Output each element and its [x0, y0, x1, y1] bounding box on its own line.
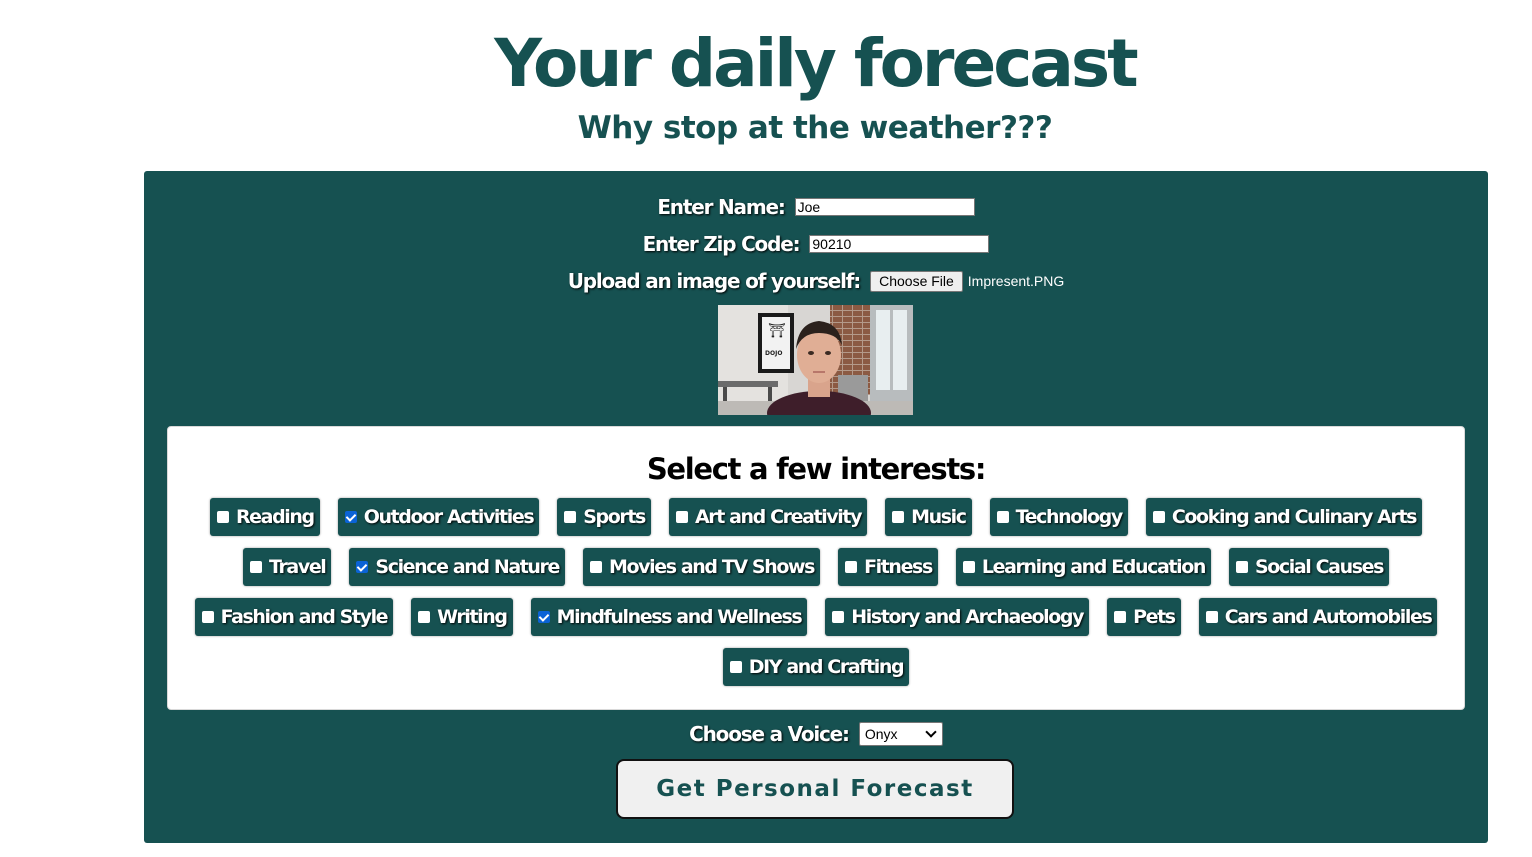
interest-label: Cooking and Culinary Arts: [1171, 506, 1418, 528]
voice-select[interactable]: Onyx: [858, 722, 943, 746]
user-photo-preview: ⛩ DOJO: [718, 305, 913, 415]
zip-label: Enter Zip Code:: [642, 232, 801, 256]
interest-option-outdoor-activities[interactable]: Outdoor Activities: [337, 498, 540, 536]
interest-label: Writing: [437, 606, 508, 628]
interest-label: DIY and Crafting: [748, 656, 905, 678]
interest-option-technology[interactable]: Technology: [989, 498, 1128, 536]
interest-checkbox[interactable]: [675, 511, 688, 523]
interest-checkbox[interactable]: [729, 661, 742, 673]
interest-option-sports[interactable]: Sports: [557, 498, 651, 536]
svg-text:⛩: ⛩: [768, 323, 786, 339]
interest-label: Fashion and Style: [220, 606, 389, 628]
page-title: Your daily forecast: [494, 25, 1138, 102]
selected-file-name: Impresent.PNG: [967, 273, 1065, 289]
interest-checkbox[interactable]: [418, 611, 431, 623]
upload-row: Upload an image of yourself: Choose File…: [144, 267, 1488, 295]
interest-label: Science and Nature: [375, 556, 560, 578]
interest-checkbox[interactable]: [537, 611, 550, 623]
interest-checkbox[interactable]: [845, 561, 858, 573]
zip-row: Enter Zip Code: 90210: [144, 230, 1488, 258]
interest-option-social-causes[interactable]: Social Causes: [1228, 548, 1390, 586]
interests-row: Fashion and Style Writing Mindfulness and …: [168, 598, 1464, 636]
interest-checkbox[interactable]: [216, 511, 229, 523]
interest-label: Learning and Education: [981, 556, 1206, 578]
interest-checkbox[interactable]: [1152, 511, 1165, 523]
name-row: Enter Name: Joe: [144, 193, 1488, 221]
interest-label: Fitness: [864, 556, 933, 578]
chevron-down-icon: [925, 726, 937, 738]
interest-checkbox[interactable]: [996, 511, 1009, 523]
interest-checkbox[interactable]: [356, 561, 369, 573]
interest-label: Movies and TV Shows: [609, 556, 815, 578]
interest-option-learning-and-education[interactable]: Learning and Education: [955, 548, 1211, 586]
interest-option-fashion-and-style[interactable]: Fashion and Style: [194, 598, 394, 636]
interest-checkbox[interactable]: [1114, 611, 1127, 623]
interest-option-pets[interactable]: Pets: [1107, 598, 1181, 636]
interest-label: History and Archaeology: [851, 606, 1084, 628]
interest-checkbox[interactable]: [1205, 611, 1218, 623]
interest-label: Music: [911, 506, 967, 528]
interest-label: Art and Creativity: [694, 506, 863, 528]
zip-input[interactable]: 90210: [809, 235, 990, 253]
interest-label: Mindfulness and Wellness: [556, 606, 803, 628]
interest-label: Sports: [583, 506, 646, 528]
interest-option-diy-and-crafting[interactable]: DIY and Crafting: [722, 648, 910, 686]
interest-option-writing[interactable]: Writing: [411, 598, 513, 636]
interest-option-music[interactable]: Music: [885, 498, 972, 536]
interest-option-reading[interactable]: Reading: [209, 498, 320, 536]
interest-label: Travel: [268, 556, 327, 578]
interests-row: Travel Science and Nature Movies and TV Sh…: [168, 548, 1464, 586]
get-personal-forecast-button[interactable]: Get Personal Forecast: [616, 759, 1014, 819]
name-input[interactable]: Joe: [794, 198, 975, 216]
interest-label: Outdoor Activities: [363, 506, 535, 528]
svg-text:DOJO: DOJO: [765, 350, 782, 357]
voice-label: Choose a Voice:: [689, 722, 850, 746]
choose-file-button[interactable]: Choose File: [870, 270, 963, 292]
interest-option-history-and-archaeology[interactable]: History and Archaeology: [825, 598, 1090, 636]
interests-row: DIY and Crafting: [168, 648, 1464, 686]
interests-section: Select a few interests: Reading Outdoor A…: [167, 426, 1465, 710]
voice-selected-value: Onyx: [864, 726, 898, 742]
interest-checkbox[interactable]: [249, 561, 262, 573]
interest-label: Reading: [235, 506, 315, 528]
interest-checkbox[interactable]: [832, 611, 845, 623]
user-photo-image: ⛩ DOJO: [718, 305, 913, 415]
voice-row: Choose a Voice: Onyx: [144, 720, 1488, 748]
interest-option-movies-and-tv-shows[interactable]: Movies and TV Shows: [583, 548, 821, 586]
interests-row: Reading Outdoor Activities Sports Art and C…: [168, 498, 1464, 536]
interest-checkbox[interactable]: [1235, 561, 1248, 573]
interest-option-mindfulness-and-wellness[interactable]: Mindfulness and Wellness: [530, 598, 808, 636]
interest-checkbox[interactable]: [590, 561, 603, 573]
interests-title: Select a few interests:: [646, 452, 987, 486]
interest-checkbox[interactable]: [564, 511, 577, 523]
page-subtitle: Why stop at the weather???: [577, 110, 1053, 146]
interest-checkbox[interactable]: [962, 561, 975, 573]
forecast-form-panel: Enter Name: Joe Enter Zip Code: 90210 Up…: [144, 171, 1488, 843]
interest-label: Cars and Automobiles: [1224, 606, 1433, 628]
upload-label: Upload an image of yourself:: [567, 269, 862, 293]
interest-option-cooking-and-culinary-arts[interactable]: Cooking and Culinary Arts: [1145, 498, 1423, 536]
interest-label: Social Causes: [1254, 556, 1384, 578]
interest-checkbox[interactable]: [892, 511, 905, 523]
interest-option-cars-and-automobiles[interactable]: Cars and Automobiles: [1198, 598, 1438, 636]
interest-option-fitness[interactable]: Fitness: [838, 548, 938, 586]
interest-label: Technology: [1015, 506, 1124, 528]
interest-option-art-and-creativity[interactable]: Art and Creativity: [668, 498, 868, 536]
interest-option-travel[interactable]: Travel: [242, 548, 332, 586]
interest-label: Pets: [1133, 606, 1176, 628]
interest-option-science-and-nature[interactable]: Science and Nature: [349, 548, 566, 586]
interest-checkbox[interactable]: [201, 611, 214, 623]
name-label: Enter Name:: [657, 195, 785, 219]
interest-checkbox[interactable]: [344, 511, 357, 523]
